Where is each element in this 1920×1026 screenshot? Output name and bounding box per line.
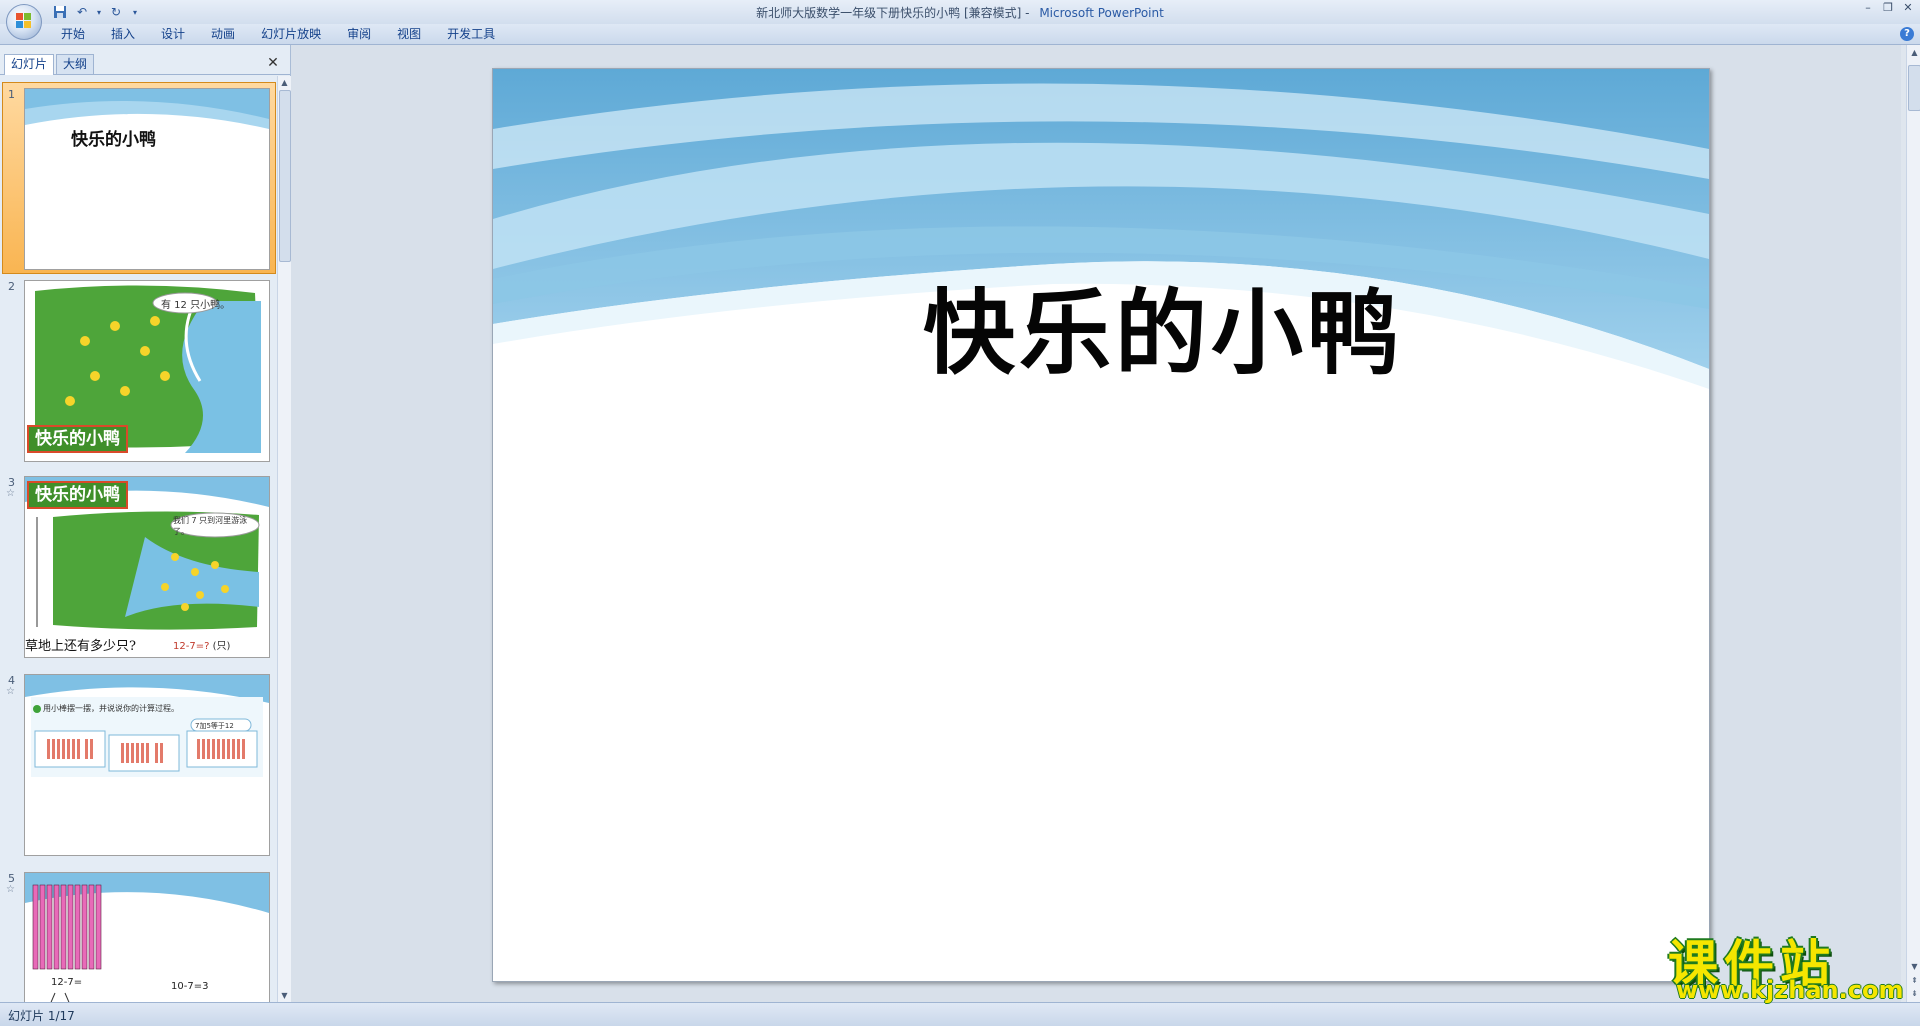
tab-developer[interactable]: 开发工具 xyxy=(434,24,508,44)
scrollbar-thumb[interactable] xyxy=(1908,65,1920,111)
tab-design[interactable]: 设计 xyxy=(148,24,198,44)
pane-tabs: 幻灯片 大纲 xyxy=(0,54,290,75)
editor-scrollbar[interactable]: ▲ ▼ ⇞ ⇟ xyxy=(1906,45,1920,1002)
equation-unknown: ? xyxy=(204,641,210,652)
window-title: 新北师大版数学一年级下册快乐的小鸭 [兼容模式] - Microsoft Pow… xyxy=(0,4,1920,21)
thumbnail-label: 快乐的小鸭 xyxy=(27,481,128,509)
title-separator: - xyxy=(1021,6,1034,20)
tab-outline[interactable]: 大纲 xyxy=(56,54,95,74)
next-slide-icon[interactable]: ⇟ xyxy=(1909,988,1920,999)
scroll-up-icon[interactable]: ▲ xyxy=(279,77,290,88)
status-bar: 幻灯片 1/17 xyxy=(0,1002,1920,1026)
scrollbar-thumb[interactable] xyxy=(279,90,291,262)
watermark-logo: 课件站 www.kjzhan.com xyxy=(1668,924,1903,1004)
thumbnail-instruction: 用小棒摆一摆，并说说你的计算过程。 xyxy=(43,704,179,713)
office-logo-icon xyxy=(16,13,32,29)
slide-wave-background xyxy=(493,69,1709,981)
thumbnail-sticks-illustration xyxy=(25,675,269,855)
office-button[interactable] xyxy=(6,4,42,40)
tab-slides[interactable]: 幻灯片 xyxy=(4,54,55,75)
thumbnail-speech-bubble: 7加5等于12 xyxy=(195,722,234,730)
slide-thumbnail-5[interactable]: 12-7= 10-7=3 xyxy=(24,872,270,1002)
thumbnail-scrollbar[interactable]: ▲ ▼ xyxy=(277,76,291,1002)
thumbnail-equation: 12-7=? (只) xyxy=(173,637,230,652)
slides-pane: 幻灯片 大纲 ✕ 1 快乐的小鸭 2 有 12 只小鸭。 快乐的小鸭 3 ☆ 我… xyxy=(0,45,291,1002)
thumbnail-number: 1 xyxy=(8,88,15,101)
tab-insert[interactable]: 插入 xyxy=(98,24,148,44)
thumbnail-question: 草地上还有多少只? xyxy=(25,639,136,654)
equation-equals: = xyxy=(195,641,205,652)
tab-animation[interactable]: 动画 xyxy=(198,24,248,44)
slide-editor: 快乐的小鸭 xyxy=(291,45,1901,1002)
tab-view[interactable]: 视图 xyxy=(384,24,434,44)
app-name: Microsoft PowerPoint xyxy=(1039,6,1164,20)
pane-close-icon[interactable]: ✕ xyxy=(266,56,280,70)
document-title: 新北师大版数学一年级下册快乐的小鸭 [兼容模式] xyxy=(756,6,1022,20)
slide-thumbnail-2[interactable]: 有 12 只小鸭。 快乐的小鸭 xyxy=(24,280,270,462)
current-slide[interactable]: 快乐的小鸭 xyxy=(492,68,1710,982)
slide-thumbnail-4[interactable]: 用小棒摆一摆，并说说你的计算过程。 7加5等于12 xyxy=(24,674,270,856)
thumbnail-speech-bubble: 我们 7 只到河里游泳了。 xyxy=(173,516,248,536)
equation-unit: (只) xyxy=(212,641,231,652)
ribbon-tabs: 开始 插入 设计 动画 幻灯片放映 审阅 视图 开发工具 xyxy=(48,24,508,44)
equation-number: 12 xyxy=(173,641,186,652)
slide-indicator: 幻灯片 1/17 xyxy=(8,1009,75,1023)
restore-icon[interactable]: ❐ xyxy=(1882,2,1894,14)
slide-title[interactable]: 快乐的小鸭 xyxy=(493,259,1403,392)
minimize-icon[interactable]: – xyxy=(1862,2,1874,14)
animation-star-icon: ☆ xyxy=(6,686,15,697)
previous-slide-icon[interactable]: ⇞ xyxy=(1909,975,1920,986)
thumbnail-number: 2 xyxy=(8,280,15,293)
animation-star-icon: ☆ xyxy=(6,488,15,499)
tab-review[interactable]: 审阅 xyxy=(334,24,384,44)
scroll-down-icon[interactable]: ▼ xyxy=(279,990,290,1001)
help-icon[interactable]: ? xyxy=(1900,27,1914,41)
slide-thumbnail-1[interactable]: 快乐的小鸭 xyxy=(24,88,270,270)
thumbnail-label: 快乐的小鸭 xyxy=(27,425,128,453)
close-icon[interactable]: ✕ xyxy=(1902,2,1914,14)
ribbon-tabs-bar: 开始 插入 设计 动画 幻灯片放映 审阅 视图 开发工具 ? xyxy=(0,24,1920,45)
title-bar: ↶ ▾ ↻ ▾ 新北师大版数学一年级下册快乐的小鸭 [兼容模式] - Micro… xyxy=(0,0,1920,24)
scroll-up-icon[interactable]: ▲ xyxy=(1909,47,1920,58)
thumbnail-equation: 12-7= xyxy=(51,977,83,988)
window-controls: – ❐ ✕ xyxy=(1862,2,1914,14)
thumbnail-equation: 10-7=3 xyxy=(171,981,209,992)
tab-home[interactable]: 开始 xyxy=(48,24,98,44)
thumbnail-list: 1 快乐的小鸭 2 有 12 只小鸭。 快乐的小鸭 3 ☆ 我们 7 只到河里游… xyxy=(0,76,276,1002)
watermark-url: www.kjzhan.com xyxy=(1676,976,1904,1004)
scroll-down-icon[interactable]: ▼ xyxy=(1909,961,1920,972)
thumbnail-title: 快乐的小鸭 xyxy=(71,130,156,150)
tab-slideshow[interactable]: 幻灯片放映 xyxy=(248,24,334,44)
thumbnail-speech-bubble: 有 12 只小鸭。 xyxy=(161,300,231,311)
slide-thumbnail-3[interactable]: 我们 7 只到河里游泳了。 快乐的小鸭 草地上还有多少只? 12-7=? (只) xyxy=(24,476,270,658)
animation-star-icon: ☆ xyxy=(6,884,15,895)
